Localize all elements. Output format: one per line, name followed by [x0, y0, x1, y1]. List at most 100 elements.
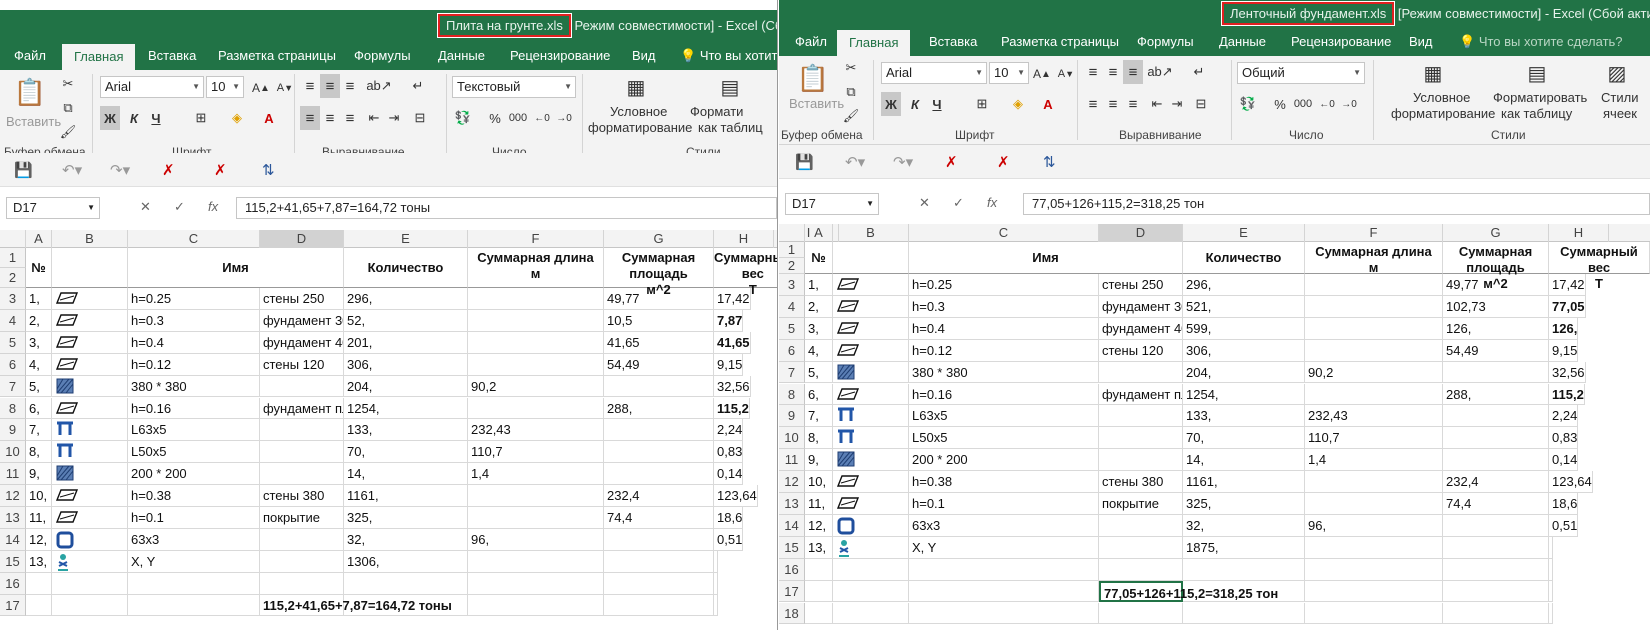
decrease-font-icon[interactable]: A ▼	[274, 76, 296, 100]
bold-button[interactable]: Ж	[100, 106, 120, 130]
cell-styles-label[interactable]: Стили	[1601, 90, 1638, 106]
row-header[interactable]: 18	[779, 602, 805, 625]
cell-g15[interactable]	[604, 550, 714, 573]
orientation-icon[interactable]: ab↗	[1147, 60, 1173, 84]
cell-d10[interactable]	[260, 441, 344, 464]
cell-e6[interactable]: 306,	[344, 353, 468, 376]
conditional-format-icon[interactable]: ▦	[622, 72, 650, 102]
cell-g13[interactable]: 74,4	[604, 507, 714, 529]
cell-f6[interactable]	[1305, 339, 1443, 362]
increase-font-icon[interactable]: A ▲	[1031, 62, 1053, 86]
cell-d16[interactable]	[1099, 558, 1183, 581]
fill-color-icon[interactable]: ◈	[226, 106, 248, 130]
cell-a5[interactable]: 3,	[805, 317, 833, 340]
cell-c11[interactable]: 200 * 200	[909, 449, 1099, 472]
element-type-cell[interactable]	[833, 602, 909, 625]
column-header-h[interactable]: H	[714, 230, 774, 248]
name-box[interactable]: D17 ▼	[6, 197, 100, 219]
cell-d5[interactable]: фундамент 400	[260, 331, 344, 354]
cell-d11[interactable]	[1099, 449, 1183, 472]
cell-g4[interactable]: 10,5	[604, 309, 714, 332]
font-color-icon[interactable]: A	[258, 106, 280, 130]
cell-h17[interactable]	[714, 594, 718, 617]
cell-g16[interactable]	[604, 572, 714, 595]
cell-h15[interactable]	[1549, 536, 1553, 559]
cell-h6[interactable]: 9,15	[714, 353, 744, 376]
enter-icon[interactable]: ✓	[174, 199, 185, 215]
paste-icon[interactable]: 📋	[795, 60, 831, 96]
row-header[interactable]: 10	[0, 441, 26, 464]
cell-f8[interactable]	[468, 397, 604, 420]
fx-icon[interactable]: fx	[987, 195, 997, 210]
row-header[interactable]: 13	[779, 493, 805, 515]
currency-icon[interactable]: 💱	[452, 106, 474, 130]
cell-d3[interactable]: стены 250	[1099, 274, 1183, 296]
element-type-cell[interactable]	[833, 405, 909, 428]
cell-a13[interactable]: 11,	[26, 507, 52, 529]
cell-d8[interactable]: фундамент плита 160	[260, 397, 344, 420]
cell-e11[interactable]: 14,	[344, 463, 468, 486]
format-painter-icon[interactable]: 🖌	[841, 104, 861, 128]
row-header[interactable]: 12	[779, 471, 805, 493]
row-header[interactable]: 2	[779, 258, 805, 274]
column-header-b[interactable]: B	[52, 230, 128, 248]
column-header-d[interactable]: D	[1099, 224, 1183, 242]
tab-page-layout[interactable]: Разметка страницы	[1001, 34, 1119, 49]
element-type-cell[interactable]	[833, 493, 909, 515]
clear-icon[interactable]: ✗	[214, 161, 227, 179]
cell-c17[interactable]	[909, 580, 1099, 603]
tab-review[interactable]: Рецензирование	[510, 48, 610, 63]
align-top-icon[interactable]: ≡	[300, 74, 320, 98]
cell-e16[interactable]	[1183, 558, 1305, 581]
cell-e7[interactable]: 204,	[344, 375, 468, 398]
cell-f11[interactable]: 1,4	[1305, 449, 1443, 472]
align-middle-icon[interactable]: ≡	[320, 74, 340, 98]
cell-f5[interactable]	[468, 331, 604, 354]
element-type-cell[interactable]	[52, 594, 128, 617]
cell-c4[interactable]: h=0.3	[128, 309, 260, 332]
align-bottom-icon[interactable]: ≡	[1123, 60, 1143, 84]
cell-a16[interactable]	[26, 572, 52, 595]
tab-formulas[interactable]: Формулы	[354, 48, 411, 63]
cell-a17[interactable]	[805, 580, 833, 603]
element-type-cell[interactable]	[52, 397, 128, 420]
cell-h4[interactable]: 7,87	[714, 309, 744, 332]
delete-icon[interactable]: ✗	[162, 161, 175, 179]
increase-decimal-icon[interactable]: ←0	[532, 106, 552, 130]
tab-insert[interactable]: Вставка	[148, 48, 196, 63]
cell-g5[interactable]: 126,	[1443, 317, 1549, 340]
row-header[interactable]: 6	[0, 353, 26, 376]
format-as-table-label-2[interactable]: как таблицу	[1501, 106, 1572, 122]
cell-d12[interactable]: стены 380	[260, 485, 344, 507]
cell-e9[interactable]: 133,	[344, 419, 468, 442]
cell-e6[interactable]: 306,	[1183, 339, 1305, 362]
cell-c12[interactable]: h=0.38	[128, 485, 260, 507]
cell-styles-icon[interactable]: ▨	[1603, 58, 1631, 88]
row-header[interactable]: 5	[0, 331, 26, 354]
row-header[interactable]: 17	[0, 594, 26, 617]
cell-h11[interactable]: 0,14	[1549, 449, 1579, 472]
format-as-table-icon[interactable]: ▤	[716, 72, 744, 102]
cell-d12[interactable]: стены 380	[1099, 471, 1183, 493]
cell-a3[interactable]: 1,	[26, 288, 52, 310]
cell-h12[interactable]: 123,64	[714, 485, 758, 507]
row-header[interactable]: 16	[0, 572, 26, 595]
tab-data[interactable]: Данные	[438, 48, 485, 63]
cell-e12[interactable]: 1161,	[1183, 471, 1305, 493]
paste-button[interactable]: Вставить	[6, 114, 61, 130]
column-header-f[interactable]: F	[468, 230, 604, 248]
sort-icon[interactable]: ⇅	[262, 161, 275, 179]
element-type-cell[interactable]	[52, 550, 128, 573]
cell-d4[interactable]: фундамент 300	[1099, 295, 1183, 318]
cell-g10[interactable]	[1443, 427, 1549, 450]
row-header[interactable]: 7	[0, 375, 26, 398]
format-as-table-icon[interactable]: ▤	[1523, 58, 1551, 88]
cell-e3[interactable]: 296,	[1183, 274, 1305, 296]
cell-g13[interactable]: 74,4	[1443, 493, 1549, 515]
cell-c15[interactable]: X, Y	[909, 536, 1099, 559]
cell-c9[interactable]: L63x5	[128, 419, 260, 442]
column-header-g[interactable]: G	[604, 230, 714, 248]
cell-a16[interactable]	[805, 558, 833, 581]
tab-insert[interactable]: Вставка	[929, 34, 977, 49]
cell-h5[interactable]: 126,	[1549, 317, 1579, 340]
